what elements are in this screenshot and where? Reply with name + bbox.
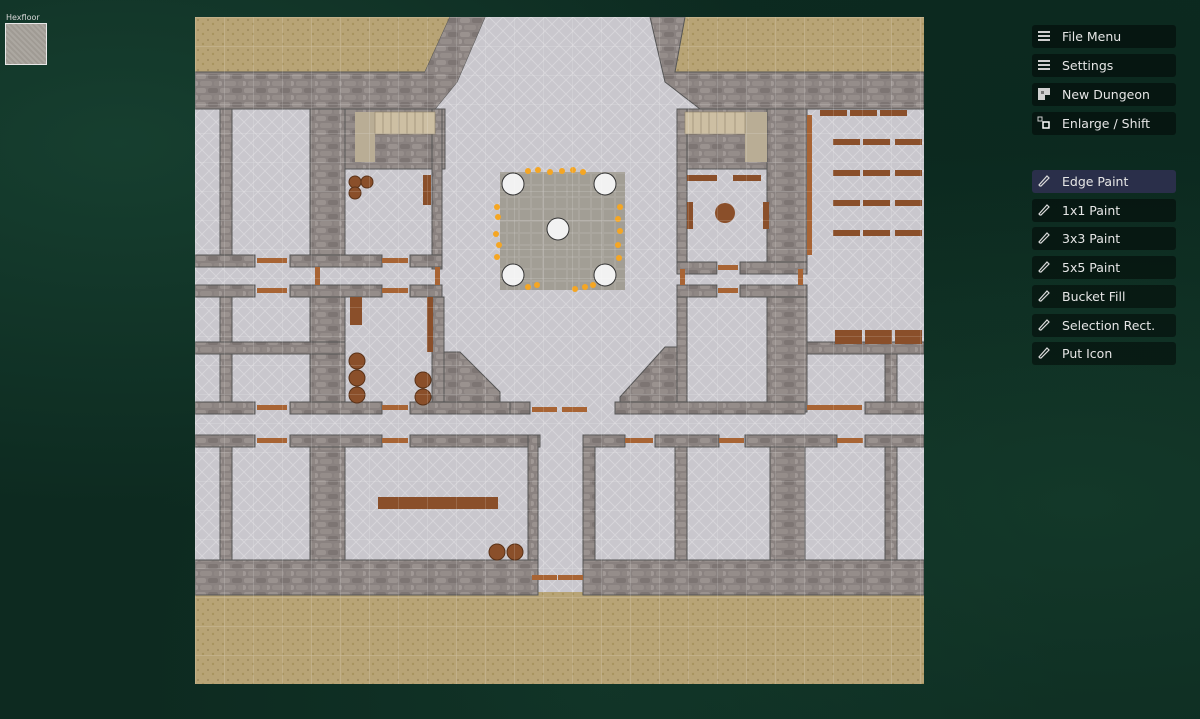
menu-item-label: 5x5 Paint [1062, 260, 1121, 275]
hamburger-icon [1038, 31, 1050, 41]
pencil-icon [1038, 319, 1050, 331]
menu-settings-button[interactable]: Settings [1032, 54, 1176, 77]
menu-item-label: 3x3 Paint [1062, 231, 1121, 246]
hamburger-icon [1038, 60, 1050, 70]
pencil-icon [1038, 347, 1050, 359]
pencil-icon [1038, 290, 1050, 302]
menu-item-label: Bucket Fill [1062, 289, 1126, 304]
tool-edge-paint-button[interactable]: Edge Paint [1032, 170, 1176, 193]
menu-item-label: 1x1 Paint [1062, 203, 1121, 218]
menu-item-label: File Menu [1062, 29, 1122, 44]
tool-1x1-paint-button[interactable]: 1x1 Paint [1032, 199, 1176, 222]
tool-bucket-fill-button[interactable]: Bucket Fill [1032, 285, 1176, 308]
enlarge-shift-icon [1037, 116, 1050, 129]
tool-put-icon-button[interactable]: Put Icon [1032, 342, 1176, 365]
tool-5x5-paint-button[interactable]: 5x5 Paint [1032, 256, 1176, 279]
dungeon-map-canvas[interactable] [195, 17, 924, 684]
tile-preview-label: Hexfloor [6, 13, 40, 22]
menu-enlarge-shift-button[interactable]: Enlarge / Shift [1032, 112, 1176, 135]
tool-3x3-paint-button[interactable]: 3x3 Paint [1032, 227, 1176, 250]
menu-item-label: Put Icon [1062, 346, 1113, 361]
menu-item-label: Settings [1062, 58, 1114, 73]
menu-item-label: Enlarge / Shift [1062, 116, 1151, 131]
menu-item-label: New Dungeon [1062, 87, 1150, 102]
menu-item-label: Selection Rect. [1062, 318, 1156, 333]
menu-file-menu-button[interactable]: File Menu [1032, 25, 1176, 48]
tile-preview-swatch[interactable] [5, 23, 47, 65]
menu-item-label: Edge Paint [1062, 174, 1129, 189]
tool-selection-rect-button[interactable]: Selection Rect. [1032, 314, 1176, 337]
pencil-icon [1038, 232, 1050, 244]
pencil-icon [1038, 175, 1050, 187]
dungeon-map-svg[interactable] [195, 17, 924, 684]
pencil-icon [1038, 204, 1050, 216]
map-grid [195, 17, 924, 684]
menu-new-dungeon-button[interactable]: New Dungeon [1032, 83, 1176, 106]
dungeon-grid-icon [1038, 88, 1050, 100]
pencil-icon [1038, 261, 1050, 273]
